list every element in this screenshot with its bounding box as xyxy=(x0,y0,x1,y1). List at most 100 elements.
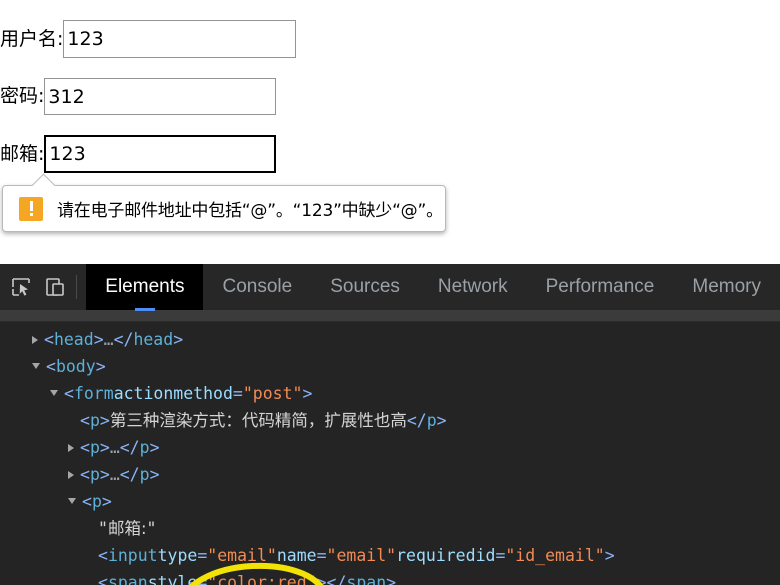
dom-token-tag: p xyxy=(426,411,437,430)
dom-token-punct: > xyxy=(93,330,104,349)
device-toolbar-icon[interactable] xyxy=(42,270,68,304)
dom-token-val: "email" xyxy=(207,546,277,565)
chevron-right-icon[interactable] xyxy=(68,443,74,452)
dom-token-punct: = xyxy=(495,546,506,565)
devtools-toolbar: Elements Console Sources Network Perform… xyxy=(0,264,780,311)
dom-token-tag: span xyxy=(346,573,387,585)
dom-token-tag: head xyxy=(133,330,174,349)
form-row-email: 邮箱: xyxy=(0,135,277,173)
dom-token-punct: > xyxy=(436,411,447,430)
dom-token-punct: < xyxy=(64,384,74,403)
tab-memory[interactable]: Memory xyxy=(673,264,780,310)
dom-token-punct: > xyxy=(316,573,327,585)
dom-token-attr: style xyxy=(147,573,198,585)
toolbar-divider xyxy=(75,275,77,299)
dom-token-punct: < xyxy=(82,492,92,511)
dom-tree-row[interactable]: < p > 第三种渲染方式：代码精简，扩展性也高 </p > xyxy=(0,407,780,434)
validation-message: 请在电子邮件地址中包括“@”。“123”中缺少“@”。 xyxy=(57,201,443,221)
tab-network[interactable]: Network xyxy=(419,264,527,310)
chevron-down-icon[interactable] xyxy=(32,362,40,369)
dom-token-tag: input xyxy=(107,546,158,565)
dom-token-attr: method xyxy=(173,384,233,403)
dom-token-cjk: 第三种渲染方式：代码精简，扩展性也高 xyxy=(109,411,407,430)
dom-token-val: "email" xyxy=(326,546,397,565)
tab-sources[interactable]: Sources xyxy=(311,264,419,310)
devtools-panel: Elements Console Sources Network Perform… xyxy=(0,264,780,585)
dom-token-punct: = xyxy=(232,384,243,403)
dom-token-punct: < xyxy=(98,546,108,565)
dom-tree-row[interactable]: < p > xyxy=(0,488,780,515)
dom-token-punct: > xyxy=(149,438,160,457)
dom-token-punct: = xyxy=(316,546,327,565)
dom-token-punct: > xyxy=(386,573,397,585)
dom-token-punct: < xyxy=(44,330,54,349)
dom-token-tag: form xyxy=(73,384,114,403)
dom-token-tag: head xyxy=(53,330,94,349)
dom-token-punct: > xyxy=(302,384,313,403)
dom-token-punct: > xyxy=(149,465,160,484)
warning-exclamation-icon xyxy=(19,196,43,221)
dom-token-cjk: 邮箱: xyxy=(107,519,147,538)
tab-elements[interactable]: Elements xyxy=(86,264,204,311)
dom-token-punct: > xyxy=(99,438,110,457)
chevron-right-icon[interactable] xyxy=(32,335,38,344)
dom-tree-row[interactable]: < p >… </p > xyxy=(0,434,780,461)
dom-token-tag: p xyxy=(139,438,150,457)
dom-token-punct: > xyxy=(173,330,184,349)
dom-token-punct: > xyxy=(604,546,615,565)
dom-token-punct: = xyxy=(197,546,208,565)
chevron-down-icon[interactable] xyxy=(50,389,58,396)
dom-tree-row[interactable]: < body > xyxy=(0,353,780,380)
dom-tree-row[interactable]: < input type = "email" name = "email" require… xyxy=(0,542,780,569)
username-input[interactable] xyxy=(63,20,297,58)
dom-token-tag: p xyxy=(89,465,100,484)
dom-token-tag: body xyxy=(55,357,96,376)
dom-token-punct: </ xyxy=(113,330,134,349)
dom-token-tag: span xyxy=(107,573,148,585)
dom-token-tag: p xyxy=(89,438,100,457)
rendered-page: 用户名: 密码: 邮箱: 请在电子邮件地址中包括“@”。“123”中缺少“@”。 xyxy=(0,0,780,264)
chevron-right-icon[interactable] xyxy=(68,470,74,479)
dom-token-punct: < xyxy=(98,573,108,585)
dom-token-punct: > xyxy=(101,492,112,511)
dom-tree-row[interactable]: < p >… </p > xyxy=(0,461,780,488)
dom-token-attr: action xyxy=(113,384,174,403)
dom-token-punct: > xyxy=(99,411,110,430)
validation-bubble: 请在电子邮件地址中包括“@”。“123”中缺少“@”。 xyxy=(2,185,446,232)
dom-token-tag: p xyxy=(91,492,102,511)
devtools-subbar xyxy=(0,311,780,322)
dom-tree-row[interactable]: < form action method = "post" > xyxy=(0,380,780,407)
inspect-element-icon[interactable] xyxy=(8,270,34,304)
dom-token-punct: < xyxy=(46,357,56,376)
dom-token-punct: > xyxy=(99,465,110,484)
password-input[interactable] xyxy=(44,78,277,115)
dom-token-punct: < xyxy=(80,465,90,484)
tab-performance[interactable]: Performance xyxy=(527,264,674,310)
dom-token-val: "id_email" xyxy=(505,546,605,565)
dom-token-val: "post" xyxy=(242,384,303,403)
username-label: 用户名: xyxy=(0,27,64,50)
email-input[interactable] xyxy=(44,135,277,173)
chevron-down-icon[interactable] xyxy=(68,497,76,504)
dom-token-attr: type xyxy=(157,546,198,565)
dom-token-punct: </ xyxy=(326,573,347,585)
dom-token-tag: p xyxy=(139,465,150,484)
dom-token-ellip: … xyxy=(109,465,120,484)
dom-token-punct: </ xyxy=(119,465,140,484)
email-label: 邮箱: xyxy=(0,142,45,165)
form-row-username: 用户名: xyxy=(0,20,297,58)
dom-token-punct: = xyxy=(197,573,208,585)
dom-tree-row[interactable]: " 邮箱: " xyxy=(0,515,780,542)
dom-token-punct: </ xyxy=(119,438,140,457)
dom-tree-row[interactable]: < span style = "color:red" > </span > xyxy=(0,569,780,585)
dom-token-text: " xyxy=(98,519,108,538)
dom-token-val: "color:red" xyxy=(207,573,317,585)
dom-tree[interactable]: < head >… </head > < body > < form action method =… xyxy=(0,322,780,585)
dom-tree-row[interactable]: < head >… </head > xyxy=(0,326,780,353)
dom-token-attr: id xyxy=(475,546,496,565)
dom-token-punct: </ xyxy=(406,411,427,430)
tab-console[interactable]: Console xyxy=(203,264,311,310)
dom-token-punct: < xyxy=(80,438,90,457)
dom-token-text: " xyxy=(146,519,157,538)
password-label: 密码: xyxy=(0,85,45,107)
